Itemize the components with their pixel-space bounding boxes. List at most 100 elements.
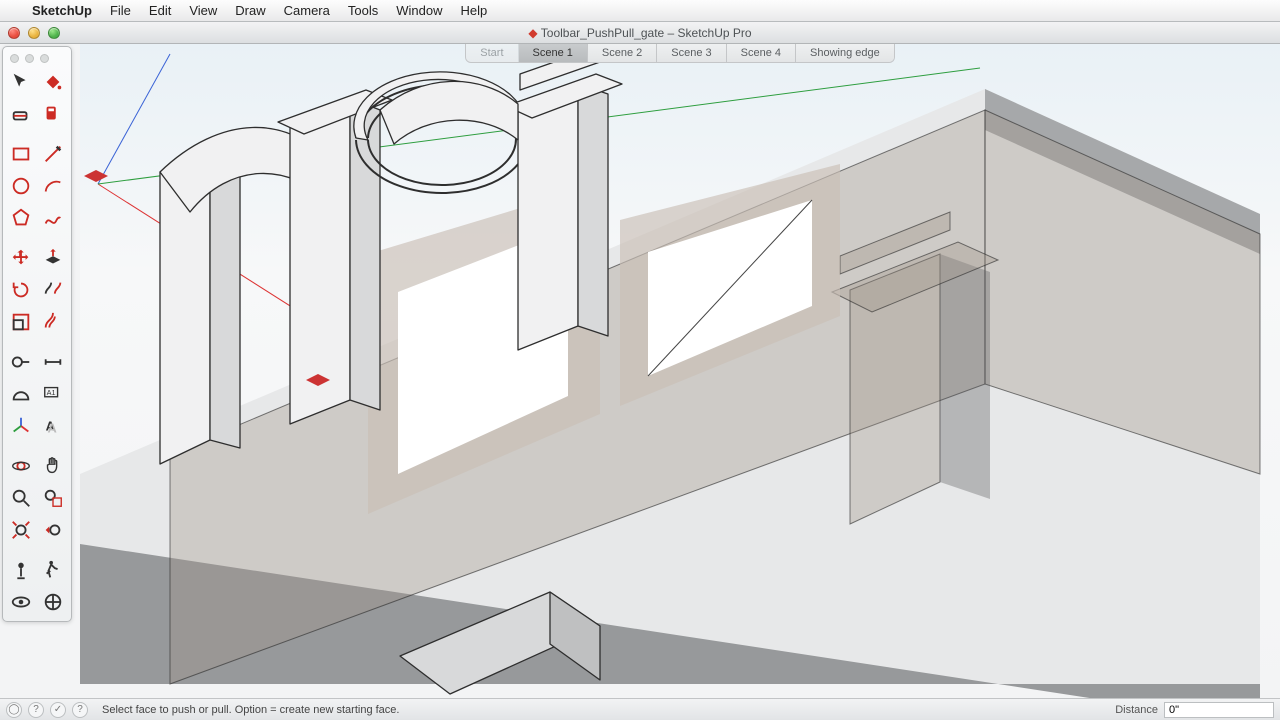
position-camera-tool[interactable]: [6, 555, 36, 585]
menu-camera[interactable]: Camera: [284, 3, 330, 18]
move-icon: [10, 247, 32, 269]
3d-text-icon: AA: [42, 415, 64, 437]
toolbar-separator: [6, 131, 68, 137]
menu-tools[interactable]: Tools: [348, 3, 378, 18]
previous-view-icon: [42, 519, 64, 541]
tape-measure-icon: [10, 351, 32, 373]
pillar-right: [832, 212, 998, 524]
document-icon: ◆: [528, 26, 537, 40]
zoom-extents-tool[interactable]: [6, 515, 36, 545]
toolbar-separator: [6, 443, 68, 449]
orbit-icon: [10, 455, 32, 477]
svg-text:A: A: [48, 420, 57, 435]
freehand-icon: [42, 207, 64, 229]
polygon-tool[interactable]: [6, 203, 36, 233]
orbit-tool[interactable]: [6, 451, 36, 481]
walk-tool[interactable]: [38, 555, 68, 585]
scale-tool[interactable]: [6, 307, 36, 337]
rectangle-icon: [10, 143, 32, 165]
palette-zoom-icon[interactable]: [40, 54, 49, 63]
line-tool[interactable]: [38, 139, 68, 169]
scene-tab-2[interactable]: Scene 2: [588, 44, 657, 62]
paint-bucket-tool[interactable]: [38, 67, 68, 97]
circle-tool[interactable]: [6, 171, 36, 201]
zoom-extents-icon: [10, 519, 32, 541]
scene-tab-5[interactable]: Showing edge: [796, 44, 894, 62]
arc-tool[interactable]: [38, 171, 68, 201]
rotate-tool[interactable]: [6, 275, 36, 305]
material-sampler-icon: [42, 103, 64, 125]
offset-icon: [42, 311, 64, 333]
text-tool[interactable]: A1: [38, 379, 68, 409]
menu-draw[interactable]: Draw: [235, 3, 265, 18]
scene-tab-1[interactable]: Scene 1: [519, 44, 588, 62]
model-viewport[interactable]: StartScene 1Scene 2Scene 3Scene 4Showing…: [80, 44, 1280, 698]
look-around-tool[interactable]: [6, 587, 36, 617]
menu-window[interactable]: Window: [396, 3, 442, 18]
rectangle-tool[interactable]: [6, 139, 36, 169]
line-icon: [42, 143, 64, 165]
look-around-icon: [10, 591, 32, 613]
section-plane-tool[interactable]: [38, 587, 68, 617]
follow-me-tool[interactable]: [38, 275, 68, 305]
window-title-text: Toolbar_PushPull_gate – SketchUp Pro: [541, 26, 752, 40]
scene-tab-4[interactable]: Scene 4: [727, 44, 796, 62]
select-icon: [10, 71, 32, 93]
scene-tab-0[interactable]: Start: [466, 44, 518, 62]
pan-tool[interactable]: [38, 451, 68, 481]
zoom-window-tool[interactable]: [38, 483, 68, 513]
scene-tab-3[interactable]: Scene 3: [657, 44, 726, 62]
dimension-icon: [42, 351, 64, 373]
app-menu[interactable]: SketchUp: [32, 3, 92, 18]
window-titlebar: ◆ Toolbar_PushPull_gate – SketchUp Pro: [0, 22, 1280, 44]
freehand-tool[interactable]: [38, 203, 68, 233]
paint-bucket-icon: [42, 71, 64, 93]
arc-icon: [42, 175, 64, 197]
zoom-tool[interactable]: [6, 483, 36, 513]
svg-text:A1: A1: [47, 388, 56, 397]
menu-file[interactable]: File: [110, 3, 131, 18]
credits-icon[interactable]: ?: [28, 702, 44, 718]
eraser-tool[interactable]: [6, 99, 36, 129]
statusbar: ◯ ? ✓ ? Select face to push or pull. Opt…: [0, 698, 1280, 720]
previous-view-tool[interactable]: [38, 515, 68, 545]
protractor-tool[interactable]: [6, 379, 36, 409]
text-icon: A1: [42, 383, 64, 405]
menu-help[interactable]: Help: [460, 3, 487, 18]
tape-measure-tool[interactable]: [6, 347, 36, 377]
app-body: A1 AA StartScene 1Scene 2Scene 3Scene 4Sh…: [0, 44, 1280, 698]
material-sampler-tool[interactable]: [38, 99, 68, 129]
toolbar-separator: [6, 339, 68, 345]
palette-min-icon[interactable]: [25, 54, 34, 63]
mac-menubar: SketchUp File Edit View Draw Camera Tool…: [0, 0, 1280, 22]
viewport-canvas[interactable]: [80, 44, 1280, 698]
status-hint: Select face to push or pull. Option = cr…: [102, 704, 399, 716]
menu-edit[interactable]: Edit: [149, 3, 171, 18]
3d-text-tool[interactable]: AA: [38, 411, 68, 441]
tool-palette: A1 AA: [2, 46, 72, 622]
zoom-icon: [10, 487, 32, 509]
menu-view[interactable]: View: [189, 3, 217, 18]
vcb-label: Distance: [1115, 704, 1158, 716]
polygon-icon: [10, 207, 32, 229]
scale-icon: [10, 311, 32, 333]
circle-icon: [10, 175, 32, 197]
offset-tool[interactable]: [38, 307, 68, 337]
palette-header[interactable]: [6, 51, 68, 65]
geolocation-icon[interactable]: ◯: [6, 702, 22, 718]
palette-close-icon[interactable]: [10, 54, 19, 63]
push-pull-tool[interactable]: [38, 243, 68, 273]
claimant-icon[interactable]: ✓: [50, 702, 66, 718]
axes-icon: [10, 415, 32, 437]
dimension-tool[interactable]: [38, 347, 68, 377]
protractor-icon: [10, 383, 32, 405]
axes-tool[interactable]: [6, 411, 36, 441]
zoom-window-icon: [42, 487, 64, 509]
rotate-icon: [10, 279, 32, 301]
walk-icon: [42, 559, 64, 581]
vcb-input[interactable]: [1164, 702, 1274, 718]
help-icon[interactable]: ?: [72, 702, 88, 718]
select-tool[interactable]: [6, 67, 36, 97]
move-tool[interactable]: [6, 243, 36, 273]
window-title: ◆ Toolbar_PushPull_gate – SketchUp Pro: [0, 26, 1280, 40]
